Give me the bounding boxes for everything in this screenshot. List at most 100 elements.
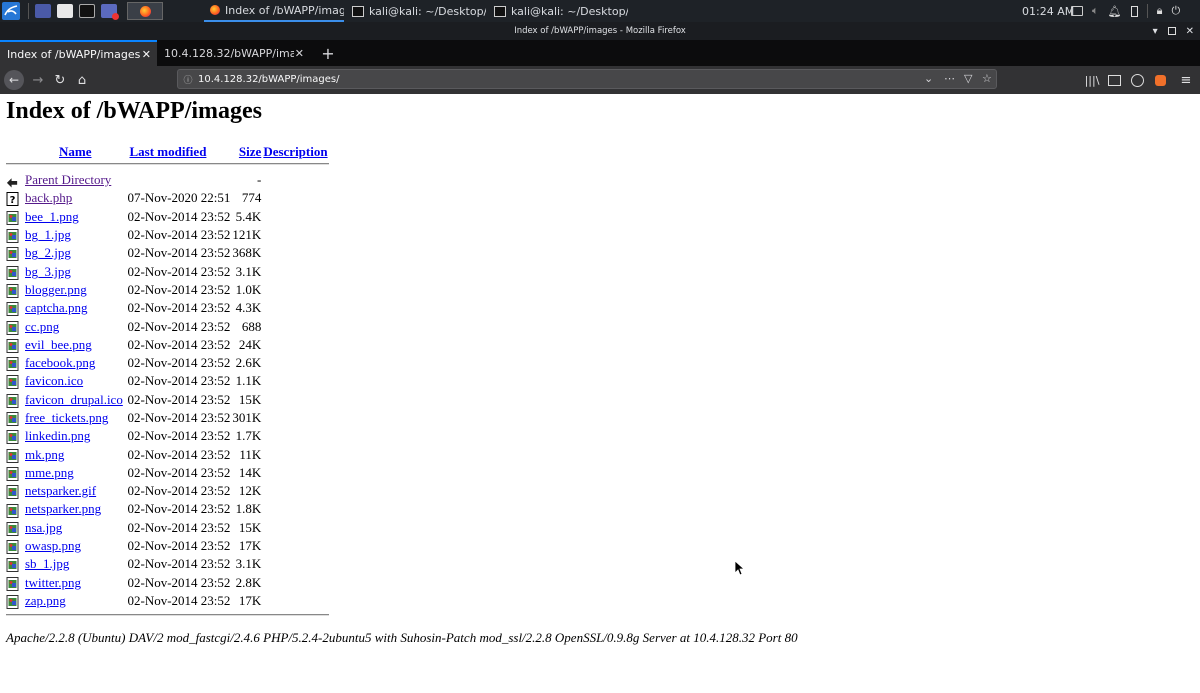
show-desktop-icon[interactable] [35, 4, 51, 18]
clock[interactable]: 01:24 AM [1022, 0, 1074, 22]
task-terminal-2[interactable]: kali@kali: ~/Desktop/D... [488, 0, 628, 22]
file-link[interactable]: netsparker.gif [25, 483, 96, 498]
url-input[interactable] [198, 73, 798, 85]
sort-by-name-link[interactable]: Name [59, 144, 92, 159]
file-link[interactable]: sb_1.jpg [25, 556, 69, 571]
size-cell: 11K [239, 446, 262, 462]
modified-column-header: Last modified [127, 142, 232, 161]
hamburger-menu-icon: ≡ [1180, 72, 1192, 88]
file-link[interactable]: cc.png [25, 319, 59, 334]
account-icon [1130, 73, 1144, 87]
tab-index-of-images[interactable]: Index of /bWAPP/images ✕ [0, 40, 157, 66]
task-firefox-window[interactable]: Index of /bWAPP/image... [204, 0, 344, 22]
file-link[interactable]: free_tickets.png [25, 410, 108, 425]
sort-by-modified-link[interactable]: Last modified [130, 144, 207, 159]
sort-by-description-link[interactable]: Description [263, 144, 327, 159]
name-cell: Parent Directory [24, 171, 127, 189]
modified-cell: 02-Nov-2014 23:52 [127, 519, 231, 535]
bookmark-star-icon[interactable]: ☆ [982, 72, 992, 85]
kali-menu-button[interactable] [2, 0, 20, 22]
description-cell [262, 244, 328, 262]
file-link[interactable]: mk.png [25, 447, 64, 462]
tab-close-icon[interactable]: ✕ [295, 47, 304, 60]
description-cell [262, 574, 328, 592]
file-icon-cell: ? [6, 189, 24, 207]
close-icon[interactable]: ✕ [1186, 26, 1194, 37]
lock-screen-icon[interactable]: 🔒︎ [1157, 4, 1163, 18]
display-icon[interactable] [1071, 6, 1083, 16]
file-link[interactable]: bg_3.jpg [25, 264, 71, 279]
file-icon-cell [6, 391, 24, 409]
file-link[interactable]: netsparker.png [25, 501, 101, 516]
file-link[interactable]: bee_1.png [25, 209, 79, 224]
file-icon-cell [6, 336, 24, 354]
volume-icon[interactable]: 🔈︎ [1092, 4, 1099, 18]
library-button[interactable]: |||\ [1080, 66, 1104, 94]
file-link[interactable]: blogger.png [25, 282, 87, 297]
file-icon-cell [6, 555, 24, 573]
name-cell: mk.png [24, 445, 127, 463]
parent-directory-link[interactable]: Parent Directory [25, 172, 111, 187]
back-button[interactable]: ← [2, 66, 26, 94]
tab-close-icon[interactable]: ✕ [142, 48, 151, 61]
forward-arrow-icon: → [32, 72, 44, 88]
description-cell [262, 317, 328, 335]
file-link[interactable]: owasp.png [25, 538, 81, 553]
page-actions-icon[interactable]: ⋯ [944, 72, 955, 85]
maximize-icon[interactable] [1167, 27, 1176, 35]
file-link[interactable]: captcha.png [25, 300, 87, 315]
site-info-icon[interactable]: ⓘ [178, 73, 198, 86]
modified-cell [127, 171, 232, 189]
menu-button[interactable]: ≡ [1174, 66, 1198, 94]
image-file-icon [6, 503, 19, 518]
file-link[interactable]: linkedin.png [25, 428, 90, 443]
power-icon[interactable]: ⏻ [1171, 4, 1180, 18]
file-manager-icon[interactable] [57, 4, 73, 18]
sidebar-button[interactable] [1102, 66, 1126, 94]
image-file-icon [6, 375, 19, 390]
file-row: free_tickets.png 02-Nov-2014 23:52 301K [6, 409, 329, 427]
file-link[interactable]: evil_bee.png [25, 337, 92, 352]
forward-button[interactable]: → [26, 66, 50, 94]
tab-images-url[interactable]: 10.4.128.32/bWAPP/images ✕ [157, 40, 310, 66]
file-link[interactable]: mme.png [25, 465, 74, 480]
sort-by-size-link[interactable]: Size [239, 144, 261, 159]
minimize-icon[interactable]: ▾ [1153, 26, 1158, 37]
file-row: evil_bee.png 02-Nov-2014 23:52 24K [6, 336, 329, 354]
task-terminal-1[interactable]: kali@kali: ~/Desktop/D... [346, 0, 486, 22]
file-link[interactable]: nsa.jpg [25, 520, 62, 535]
notification-bell-icon[interactable]: 🔔︎ [1108, 5, 1122, 18]
image-file-icon [6, 265, 19, 280]
file-link[interactable]: twitter.png [25, 575, 81, 590]
url-bar[interactable]: ⓘ ⌄ ⋯ ▽ ☆ [177, 69, 997, 89]
extension-button[interactable] [1148, 66, 1172, 94]
reload-button[interactable]: ↻ [48, 66, 72, 94]
file-link[interactable]: back.php [25, 190, 72, 205]
file-row: sb_1.jpg 02-Nov-2014 23:52 3.1K [6, 555, 329, 573]
firefox-launcher[interactable] [127, 0, 163, 22]
file-row: linkedin.png 02-Nov-2014 23:52 1.7K [6, 427, 329, 445]
file-row: blogger.png 02-Nov-2014 23:52 1.0K [6, 281, 329, 299]
file-link[interactable]: favicon.ico [25, 373, 83, 388]
file-link[interactable]: bg_1.jpg [25, 227, 71, 242]
file-icon-cell [6, 226, 24, 244]
size-cell: 301K [232, 410, 262, 425]
account-button[interactable] [1125, 66, 1149, 94]
battery-icon[interactable] [1130, 5, 1138, 17]
file-link[interactable]: facebook.png [25, 355, 95, 370]
home-button[interactable]: ⌂ [70, 66, 94, 94]
pocket-icon[interactable]: ▽ [964, 72, 972, 85]
file-link[interactable]: zap.png [25, 593, 66, 608]
name-cell: blogger.png [24, 281, 127, 299]
size-cell: 1.8K [235, 501, 262, 517]
terminal-icon[interactable] [79, 4, 95, 18]
file-link[interactable]: bg_2.jpg [25, 245, 71, 260]
modified-cell: 02-Nov-2014 23:52 [127, 208, 231, 224]
file-link[interactable]: favicon_drupal.ico [25, 392, 123, 407]
name-cell: netsparker.png [24, 500, 127, 518]
browser-launcher-icon[interactable] [101, 4, 119, 20]
new-tab-button[interactable]: + [316, 40, 340, 66]
chevron-down-icon[interactable]: ⌄ [924, 72, 933, 85]
file-icon-cell [6, 500, 24, 518]
size-cell: 3.1K [235, 263, 262, 279]
